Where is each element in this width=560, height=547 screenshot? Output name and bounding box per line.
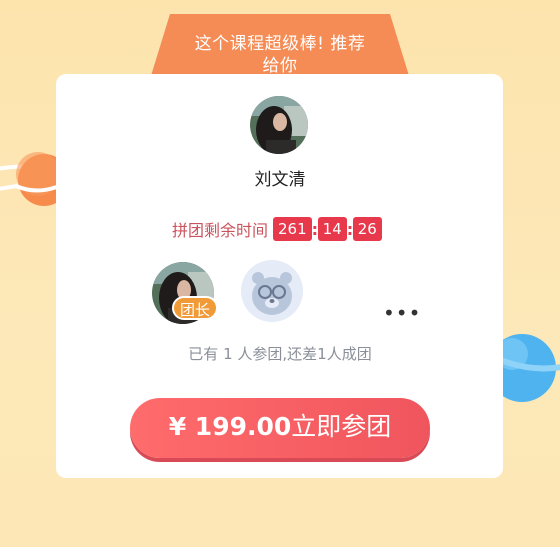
countdown-row: 拼团剩余时间 261 : 14 : 26 [172,216,382,242]
countdown-seconds: 26 [352,217,382,241]
bear-placeholder-icon [241,260,303,322]
countdown-label: 拼团剩余时间 [172,221,269,240]
leader-badge: 团长 [172,296,218,320]
group-status-text: 已有 1 人参团,还差1人成团 [188,345,372,363]
more-members-icon[interactable]: ••• [383,303,421,323]
host-name: 刘文清 [254,170,306,190]
join-label: 立即参团 [291,412,392,441]
countdown-minutes: 14 [317,217,347,241]
join-group-button[interactable]: ¥ 199.00立即参团 [130,398,430,458]
price-label: ¥ 199.00 [168,412,292,441]
host-avatar[interactable] [250,96,308,154]
person-photo-icon [250,96,308,154]
countdown-separator: : [346,219,354,239]
empty-member-slot[interactable] [241,260,303,322]
countdown-separator: : [311,219,319,239]
banner-text-line1: 这个课程超级棒! 推荐 [194,34,366,54]
countdown-hours: 261 [273,217,312,241]
